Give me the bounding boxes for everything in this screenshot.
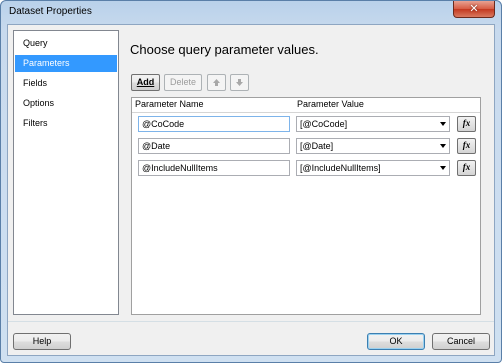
parameter-value-text: [@CoCode] <box>300 119 348 129</box>
parameter-value-text: [@Date] <box>300 141 334 151</box>
nav-item-query[interactable]: Query <box>15 35 117 52</box>
arrow-down-icon <box>236 79 243 86</box>
grid-header: Parameter Name Parameter Value <box>132 98 480 113</box>
parameter-name-input[interactable]: @IncludeNullItems <box>138 160 290 176</box>
parameter-value-text: [@IncludeNullItems] <box>300 163 381 173</box>
parameter-name-input[interactable]: @Date <box>138 138 290 154</box>
add-button[interactable]: Add <box>131 74 160 91</box>
arrow-up-icon <box>213 79 220 86</box>
column-header-name: Parameter Name <box>135 99 204 109</box>
parameter-value-combo[interactable]: [@CoCode] <box>296 116 450 132</box>
expression-button[interactable]: fx <box>457 160 476 176</box>
page-navigation: Query Parameters Fields Options Filters <box>13 30 119 315</box>
close-button[interactable]: ✕ <box>453 1 495 18</box>
nav-item-filters[interactable]: Filters <box>15 115 117 132</box>
cancel-button[interactable]: Cancel <box>432 333 490 350</box>
help-button[interactable]: Help <box>13 333 71 350</box>
footer-divider <box>8 321 494 322</box>
parameter-name-input[interactable]: @CoCode <box>138 116 290 132</box>
delete-button[interactable]: Delete <box>164 74 202 91</box>
chevron-down-icon[interactable] <box>440 166 446 170</box>
nav-item-parameters[interactable]: Parameters <box>15 55 117 72</box>
chevron-down-icon[interactable] <box>440 144 446 148</box>
move-down-button[interactable] <box>230 74 249 91</box>
parameters-grid: Parameter Name Parameter Value @CoCode [… <box>131 97 481 315</box>
close-icon: ✕ <box>469 2 479 15</box>
ok-button[interactable]: OK <box>367 333 425 350</box>
move-up-button[interactable] <box>207 74 226 91</box>
parameter-value-combo[interactable]: [@IncludeNullItems] <box>296 160 450 176</box>
nav-item-fields[interactable]: Fields <box>15 75 117 92</box>
chevron-down-icon[interactable] <box>440 122 446 126</box>
title-bar[interactable]: Dataset Properties ✕ <box>1 1 501 23</box>
dataset-properties-dialog: Dataset Properties ✕ Query Parameters Fi… <box>0 0 502 363</box>
column-header-value: Parameter Value <box>297 99 364 109</box>
parameters-page: Choose query parameter values. Add Delet… <box>123 30 489 315</box>
parameter-value-combo[interactable]: [@Date] <box>296 138 450 154</box>
window-title: Dataset Properties <box>9 6 92 17</box>
expression-button[interactable]: fx <box>457 138 476 154</box>
nav-item-options[interactable]: Options <box>15 95 117 112</box>
page-title: Choose query parameter values. <box>130 42 319 57</box>
dialog-body: Query Parameters Fields Options Filters … <box>7 24 495 356</box>
expression-button[interactable]: fx <box>457 116 476 132</box>
